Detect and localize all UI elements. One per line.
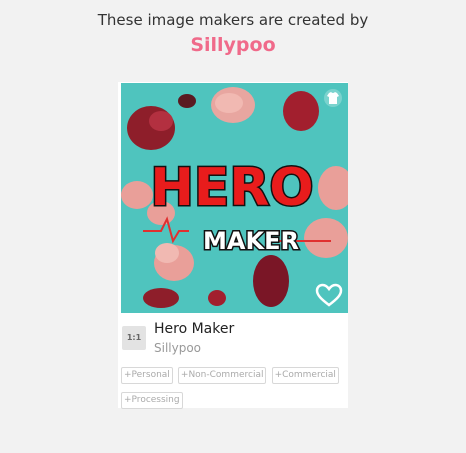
hero-maker-artwork: HERO MAKER (121, 83, 348, 313)
aspect-ratio-badge: 1:1 (122, 326, 146, 350)
tag-processing[interactable]: +Processing (121, 392, 183, 409)
maker-author[interactable]: Sillypoo (154, 340, 201, 356)
header-intro-text: These image makers are created by (97, 11, 369, 29)
image-text-maker: MAKER (203, 227, 299, 255)
heart-icon[interactable] (315, 283, 343, 307)
tag-personal[interactable]: +Personal (121, 367, 173, 384)
tag-commercial[interactable]: +Commercial (271, 367, 339, 384)
card-meta: 1:1 Hero Maker Sillypoo +Personal +Non-C… (118, 314, 348, 409)
maker-thumbnail[interactable]: HERO MAKER (121, 83, 348, 313)
creator-name-link[interactable]: Sillypoo (0, 32, 466, 58)
maker-card[interactable]: HERO MAKER 1:1 Hero Maker Sillypoo +Pers… (118, 82, 348, 409)
tshirt-icon[interactable] (324, 89, 342, 107)
page-header: These image makers are created by Sillyp… (0, 10, 466, 58)
maker-title[interactable]: Hero Maker (154, 320, 234, 338)
image-text-hero: HERO (150, 158, 313, 218)
tag-non-commercial[interactable]: +Non-Commercial (177, 367, 267, 384)
license-tags: +Personal +Non-Commercial +Commercial +P… (121, 362, 347, 412)
